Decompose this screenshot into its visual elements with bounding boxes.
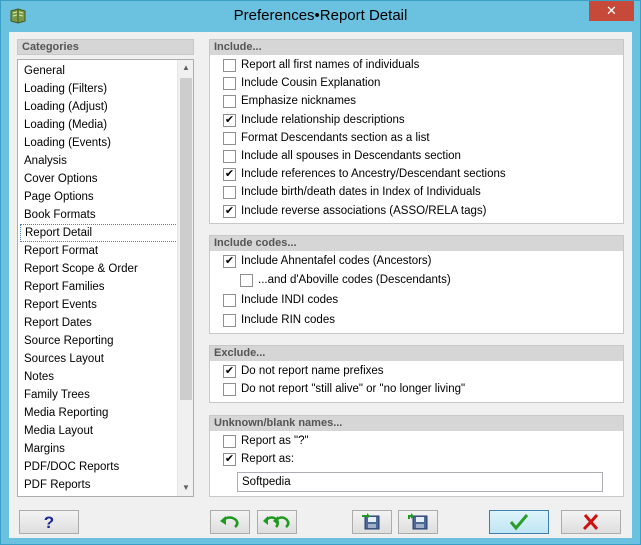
category-item[interactable]: Report Families [20, 278, 178, 296]
scroll-up-icon[interactable]: ▲ [178, 60, 193, 76]
checkbox-box[interactable] [223, 150, 236, 163]
category-item[interactable]: Report Events [20, 296, 178, 314]
exclude-options: ✔ Do not report name prefixes Do not rep… [210, 361, 623, 402]
question-mark-icon: ? [44, 513, 54, 531]
checkbox-box[interactable] [223, 131, 236, 145]
include-option-label: Include Cousin Explanation [241, 77, 381, 90]
checkbox-box[interactable] [223, 186, 236, 200]
include-codes-group: Include codes... ✔ Include Ahnentafel co… [209, 235, 624, 334]
svg-text:?: ? [44, 513, 54, 531]
window-title: Preferences•Report Detail [233, 7, 408, 24]
undo-all-button[interactable] [257, 510, 297, 534]
category-item[interactable]: Margins [20, 440, 178, 458]
load-disk-icon [408, 513, 428, 530]
report-as-question-label: Report as "?" [241, 435, 309, 447]
report-as-label: Report as: [241, 453, 295, 465]
categories-list[interactable]: General Loading (Filters) Loading (Adjust)… [17, 59, 194, 497]
checkbox-box[interactable]: ✔ [223, 168, 236, 182]
include-codes-header: Include codes... [210, 236, 623, 251]
title-bar[interactable]: Preferences•Report Detail ✕ [1, 1, 640, 32]
category-item[interactable]: Sources Layout [20, 350, 178, 368]
include-header: Include... [210, 40, 623, 55]
checkbox-box[interactable] [223, 77, 236, 91]
category-item[interactable]: Cover Options [20, 170, 178, 188]
category-item[interactable]: Loading (Adjust) [20, 98, 178, 116]
close-icon: ✕ [606, 3, 617, 18]
x-mark-icon [582, 514, 599, 531]
include-option-label: Report all first names of individuals [241, 59, 420, 71]
category-item[interactable]: Report Scope & Order [20, 260, 178, 278]
include-group: Include... Report all first names of ind… [209, 39, 624, 224]
checkbox-box[interactable] [223, 383, 236, 396]
save-preferences-button[interactable] [352, 510, 392, 534]
unknown-names-header: Unknown/blank names... [210, 416, 623, 431]
undo-all-arrows-icon [263, 516, 290, 528]
checkbox-box[interactable]: ✔ [223, 113, 236, 127]
checkbox-box[interactable] [240, 274, 253, 287]
category-item[interactable]: Report Detail [20, 224, 178, 242]
checkbox-box[interactable] [223, 59, 236, 72]
category-item[interactable]: Media Reporting [20, 404, 178, 422]
daboville-codes-label: ...and d'Aboville codes (Descendants) [258, 274, 451, 286]
category-item[interactable]: Source Reporting [20, 332, 178, 350]
rin-codes-label: Include RIN codes [241, 314, 335, 326]
checkbox-box[interactable] [223, 294, 236, 307]
checkbox-box[interactable]: ✔ [223, 255, 236, 268]
report-as-input[interactable]: Softpedia [237, 472, 603, 492]
checkbox-box[interactable]: ✔ [223, 453, 236, 466]
category-item[interactable]: Notes [20, 368, 178, 386]
checkbox-box[interactable] [223, 435, 236, 448]
category-item[interactable]: Page Options [20, 188, 178, 206]
include-option-label: Include birth/death dates in Index of In… [241, 186, 481, 199]
category-item[interactable]: Loading (Events) [20, 134, 178, 152]
categories-panel: Categories General Loading (Filters) Loadi… [17, 39, 194, 497]
indi-codes-label: Include INDI codes [241, 294, 339, 306]
save-disk-icon [362, 513, 380, 530]
checkbox-box[interactable]: ✔ [223, 204, 236, 218]
load-preferences-button[interactable] [398, 510, 438, 534]
category-item[interactable]: General [20, 62, 178, 80]
checkbox-box[interactable] [223, 314, 236, 327]
checkbox-box[interactable]: ✔ [223, 365, 236, 378]
category-item[interactable]: PDF/DOC Reports [20, 458, 178, 476]
checkbox-box[interactable] [223, 95, 236, 109]
category-item[interactable]: PDF Reports [20, 476, 178, 494]
category-item[interactable]: Analysis [20, 152, 178, 170]
ahnentafel-codes-label: Include Ahnentafel codes (Ancestors) [241, 255, 432, 267]
include-option-label: Emphasize nicknames [241, 95, 357, 108]
categories-items: General Loading (Filters) Loading (Adjust)… [20, 62, 178, 494]
include-option-label: Format Descendants section as a list [241, 131, 430, 144]
preferences-window: Preferences•Report Detail ✕ Categories G… [0, 0, 641, 545]
close-button[interactable]: ✕ [589, 1, 634, 21]
help-button[interactable]: ? [19, 510, 79, 534]
include-option-label: Include relationship descriptions [241, 113, 405, 126]
category-item[interactable]: Report Dates [20, 314, 178, 332]
category-item[interactable]: Book Formats [20, 206, 178, 224]
exclude-group: Exclude... ✔ Do not report name prefixes… [209, 345, 624, 403]
category-item[interactable]: Report Format [20, 242, 178, 260]
category-item[interactable]: Loading (Media) [20, 116, 178, 134]
scroll-thumb[interactable] [180, 78, 192, 400]
ok-button[interactable] [489, 510, 549, 534]
exclude-header: Exclude... [210, 346, 623, 361]
categories-scrollbar[interactable]: ▲ ▼ [177, 60, 193, 496]
include-option-label: Include all spouses in Descendants secti… [241, 150, 461, 162]
no-still-alive-label: Do not report "still alive" or "no longe… [241, 383, 466, 395]
include-option-label: Include reverse associations (ASSO/RELA … [241, 204, 487, 217]
undo-arrow-icon [220, 516, 239, 528]
cancel-button[interactable] [561, 510, 621, 534]
include-options: Report all first names of individuals Inc… [210, 55, 623, 223]
no-name-prefixes-label: Do not report name prefixes [241, 365, 384, 377]
include-codes-options: ✔ Include Ahnentafel codes (Ancestors) .… [210, 251, 623, 333]
categories-header: Categories [17, 39, 194, 55]
category-item[interactable]: Media Layout [20, 422, 178, 440]
category-item[interactable]: Family Trees [20, 386, 178, 404]
category-item[interactable]: Loading (Filters) [20, 80, 178, 98]
undo-button[interactable] [210, 510, 250, 534]
include-option-label: Include references to Ancestry/Descendan… [241, 168, 506, 181]
dialog-content: Categories General Loading (Filters) Loadi… [9, 32, 632, 538]
checkmark-icon [509, 514, 529, 531]
scroll-down-icon[interactable]: ▼ [178, 480, 193, 496]
